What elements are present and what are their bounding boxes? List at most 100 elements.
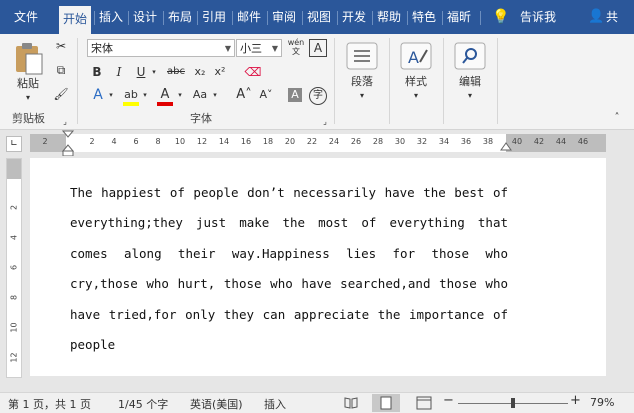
clipboard-launcher-icon[interactable]: ⌟ [60, 114, 70, 130]
tab-insert[interactable]: 插入 [99, 7, 123, 27]
tab-divider [128, 11, 129, 25]
read-mode-icon[interactable] [344, 397, 358, 409]
tab-developer[interactable]: 开发 [342, 7, 366, 27]
zoom-level[interactable]: 79% [590, 396, 614, 409]
chevron-down-icon[interactable]: ▾ [106, 87, 116, 103]
horizontal-ruler-area: ∟ 2 2 4 6 8 10 12 14 16 18 20 22 24 26 2… [0, 130, 634, 156]
ruler-tick: 22 [306, 137, 318, 146]
enclosed-char-icon[interactable]: 字 [309, 87, 327, 105]
chevron-down-icon[interactable]: ▾ [400, 88, 432, 104]
insert-mode[interactable]: 插入 [264, 396, 286, 412]
format-painter-icon[interactable]: 🖌 [52, 86, 70, 102]
zoom-in-button[interactable]: + [570, 393, 581, 408]
language-indicator[interactable]: 英语(美国) [190, 396, 243, 412]
ruler-tick: 30 [394, 137, 406, 146]
strikethrough-button[interactable]: abc [164, 64, 188, 80]
text-effects-icon[interactable]: A [90, 87, 106, 103]
chevron-down-icon[interactable]: ▾ [346, 88, 378, 104]
font-size-combo[interactable]: 小三 ▼ [236, 39, 282, 57]
tab-divider [163, 11, 164, 25]
chevron-down-icon[interactable]: ▾ [454, 88, 486, 104]
zoom-slider-thumb[interactable] [511, 398, 515, 408]
tab-view[interactable]: 视图 [307, 7, 331, 27]
underline-button[interactable]: U [134, 64, 148, 80]
share-button[interactable]: 共 [606, 7, 618, 27]
superscript-button[interactable]: x² [212, 64, 228, 80]
vruler-tick: 12 [9, 352, 19, 363]
tab-divider [442, 11, 443, 25]
print-layout-icon[interactable] [372, 394, 400, 412]
ruler-tick: 32 [416, 137, 428, 146]
tab-foxit[interactable]: 福昕 [447, 7, 471, 27]
group-divider [497, 38, 498, 124]
ruler-tick: 2 [42, 137, 48, 146]
chevron-down-icon[interactable]: ▾ [140, 87, 150, 103]
ruler-tick: 44 [555, 137, 567, 146]
cut-icon[interactable]: ✂ [52, 38, 70, 54]
grow-font-icon[interactable]: A˄ [236, 87, 252, 103]
styles-icon[interactable]: A [400, 42, 432, 70]
tab-selector[interactable]: ∟ [6, 136, 22, 152]
tab-divider [302, 11, 303, 25]
tab-mailings[interactable]: 邮件 [237, 7, 261, 27]
user-icon[interactable]: 👤 [588, 7, 604, 27]
ribbon-tab-bar: 文件 开始 插入 设计 布局 引用 邮件 审阅 视图 开发 帮助 特色 福昕 💡… [0, 0, 634, 34]
change-case-button[interactable]: Aa [190, 87, 210, 103]
font-name-combo[interactable]: 宋体 ▼ [87, 39, 235, 57]
highlight-icon[interactable]: ab [123, 87, 139, 103]
ruler-tick: 16 [240, 137, 252, 146]
group-divider [443, 38, 444, 124]
subscript-button[interactable]: x₂ [192, 64, 208, 80]
tab-review[interactable]: 审阅 [272, 7, 296, 27]
tab-special[interactable]: 特色 [412, 7, 436, 27]
paste-dropdown-icon[interactable]: ▾ [18, 90, 38, 106]
ribbon: 粘贴 ▾ ✂ ⧉ 🖌 剪贴板 ⌟ 宋体 ▼ 小三 ▼ wén 文 A B I U … [0, 34, 634, 130]
tab-divider [480, 11, 481, 25]
ruler-tick: 26 [350, 137, 362, 146]
vruler-margin [7, 159, 21, 179]
char-border-icon[interactable]: A [309, 39, 327, 57]
tab-layout[interactable]: 布局 [168, 7, 192, 27]
font-color-icon[interactable]: A [157, 87, 173, 103]
font-launcher-icon[interactable]: ⌟ [320, 114, 330, 130]
zoom-out-button[interactable]: − [443, 393, 454, 408]
phonetic-guide-icon[interactable]: wén 文 [286, 38, 306, 56]
page-count[interactable]: 第 1 页，共 1 页 [8, 396, 91, 412]
tab-design[interactable]: 设计 [133, 7, 157, 27]
collapse-ribbon-icon[interactable]: ˄ [610, 110, 624, 126]
italic-button[interactable]: I [112, 64, 126, 80]
bold-button[interactable]: B [90, 64, 104, 80]
document-body-text[interactable]: The happiest of people don’t necessarily… [70, 178, 508, 360]
editing-icon[interactable] [454, 42, 486, 70]
tab-home[interactable]: 开始 [59, 6, 92, 34]
document-page[interactable]: The happiest of people don’t necessarily… [30, 158, 606, 376]
group-divider [334, 38, 335, 124]
word-count[interactable]: 1/45 个字 [118, 396, 168, 412]
chevron-down-icon[interactable]: ▾ [175, 87, 185, 103]
char-shading-icon[interactable]: A [288, 88, 302, 102]
chevron-down-icon[interactable]: ▾ [210, 87, 220, 103]
paste-icon[interactable] [12, 40, 46, 76]
tab-file[interactable]: 文件 [14, 7, 38, 27]
tab-help[interactable]: 帮助 [377, 7, 401, 27]
group-divider [77, 38, 78, 124]
ruler-tick: 38 [482, 137, 494, 146]
horizontal-ruler[interactable]: 2 2 4 6 8 10 12 14 16 18 20 22 24 26 28 … [30, 134, 606, 152]
vruler-tick: 4 [9, 234, 19, 241]
highlight-color-bar [123, 102, 139, 106]
paragraph-icon[interactable] [346, 42, 378, 70]
vertical-ruler[interactable]: 2 4 6 8 10 12 [6, 158, 22, 378]
clear-format-icon[interactable]: ⌫ [244, 64, 262, 80]
tab-references[interactable]: 引用 [202, 7, 226, 27]
tab-divider [407, 11, 408, 25]
shrink-font-icon[interactable]: A˅ [258, 87, 274, 103]
group-divider [389, 38, 390, 124]
copy-icon[interactable]: ⧉ [52, 62, 70, 78]
chevron-down-icon[interactable]: ▾ [149, 64, 159, 80]
lightbulb-icon[interactable]: 💡 [492, 7, 509, 27]
web-layout-icon[interactable] [416, 396, 432, 410]
right-indent-marker[interactable] [500, 142, 512, 154]
indent-marker[interactable] [62, 130, 74, 156]
font-group-label: 字体 [190, 112, 212, 125]
tell-me-search[interactable]: 告诉我 [520, 7, 556, 27]
